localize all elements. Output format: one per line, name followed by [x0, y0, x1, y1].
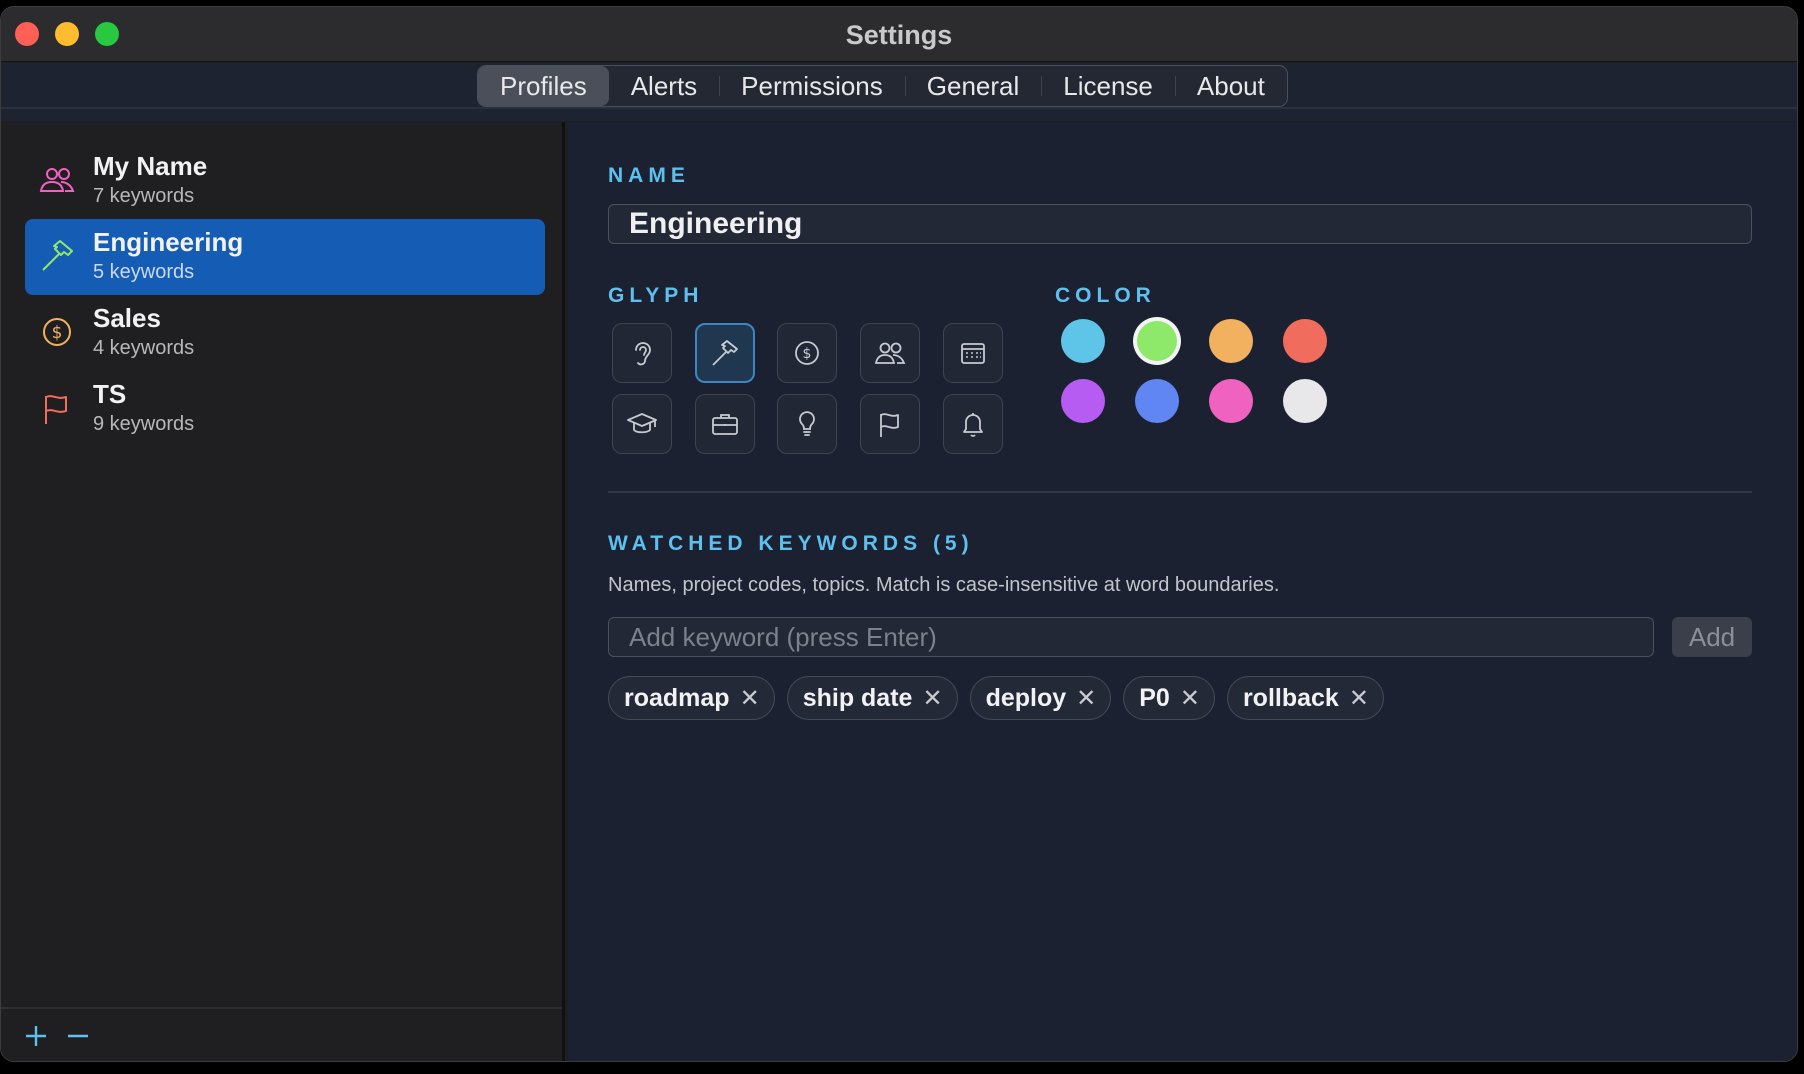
color-swatch-orange[interactable] — [1209, 319, 1253, 363]
toolbar-divider — [1, 107, 1797, 109]
flag-icon — [880, 413, 899, 437]
keyword-chip: ship date ✕ — [786, 676, 958, 720]
profile-name: My Name — [93, 151, 208, 181]
section-divider — [608, 491, 1752, 493]
glyph-option-dollar[interactable]: $ — [777, 323, 837, 383]
keyword-chip-list: roadmap ✕ ship date ✕ deploy ✕ P0 ✕ roll… — [608, 676, 1384, 720]
color-swatch-green[interactable] — [1137, 321, 1177, 361]
profile-item-engineering[interactable]: Engineering 5 keywords — [25, 219, 545, 295]
glyph-option-calendar[interactable] — [943, 323, 1003, 383]
tab-alerts[interactable]: Alerts — [609, 66, 719, 106]
tab-profiles[interactable]: Profiles — [478, 66, 609, 106]
hammer-icon — [42, 240, 73, 271]
profile-name-input[interactable] — [608, 204, 1752, 244]
tab-bar: Profiles Alerts Permissions General Lice… — [477, 65, 1288, 107]
profile-name: TS — [93, 379, 127, 409]
keyword-chip-label: P0 — [1139, 683, 1170, 712]
calendar-icon — [961, 343, 985, 364]
keyword-chip: rollback ✕ — [1226, 676, 1384, 720]
keyword-chip-label: ship date — [802, 683, 913, 712]
remove-keyword-icon[interactable]: ✕ — [740, 684, 760, 713]
people-icon — [874, 342, 906, 364]
briefcase-icon — [712, 414, 738, 435]
sidebar-footer: + − — [1, 1007, 562, 1061]
profile-sidebar: My Name 7 keywords Engineering 5 keyword… — [1, 122, 565, 1061]
color-swatch-white[interactable] — [1283, 379, 1327, 423]
glyph-option-lightbulb[interactable] — [777, 394, 837, 454]
add-keyword-input[interactable] — [608, 617, 1654, 657]
tab-license[interactable]: License — [1041, 66, 1175, 106]
remove-keyword-icon[interactable]: ✕ — [1180, 684, 1200, 713]
bell-icon — [963, 413, 983, 437]
profile-keyword-count: 9 keywords — [93, 413, 195, 435]
profile-editor: NAME GLYPH $ — [568, 122, 1797, 1061]
remove-keyword-icon[interactable]: ✕ — [922, 684, 942, 713]
profile-item-my-name[interactable]: My Name 7 keywords — [25, 143, 545, 219]
profile-keyword-count: 4 keywords — [93, 337, 195, 359]
tab-general[interactable]: General — [904, 66, 1042, 106]
name-label: NAME — [608, 164, 690, 187]
color-swatch-red[interactable] — [1283, 319, 1327, 363]
profile-keyword-count: 5 keywords — [93, 261, 195, 283]
keyword-chip-label: roadmap — [624, 683, 730, 712]
color-label: COLOR — [1055, 284, 1156, 307]
dollar-circle-icon: $ — [795, 341, 819, 365]
watched-keywords-label: WATCHED KEYWORDS (5) — [608, 532, 974, 555]
keyword-chip: P0 ✕ — [1123, 676, 1215, 720]
settings-window: Settings Profiles Alerts Permissions Gen… — [0, 6, 1798, 1062]
color-swatch-cyan[interactable] — [1061, 319, 1105, 363]
svg-text:$: $ — [803, 346, 812, 362]
color-swatch-pink[interactable] — [1209, 379, 1253, 423]
glyph-option-people[interactable] — [860, 323, 920, 383]
glyph-option-graduation-cap[interactable] — [612, 394, 672, 454]
people-icon — [39, 168, 75, 192]
glyph-label: GLYPH — [608, 284, 704, 307]
tab-permissions[interactable]: Permissions — [719, 66, 905, 106]
graduation-cap-icon — [627, 413, 657, 434]
glyph-option-bell[interactable] — [943, 394, 1003, 454]
tab-about[interactable]: About — [1174, 66, 1287, 106]
glyph-option-hammer[interactable] — [695, 323, 755, 383]
color-swatch-purple[interactable] — [1061, 379, 1105, 423]
add-profile-button[interactable]: + — [21, 1021, 51, 1051]
ear-icon — [635, 342, 651, 366]
keywords-help-text: Names, project codes, topics. Match is c… — [608, 574, 1280, 596]
remove-profile-button[interactable]: − — [63, 1021, 93, 1051]
color-swatch-blue[interactable] — [1135, 379, 1179, 423]
titlebar: Settings — [1, 7, 1797, 62]
lightbulb-icon — [799, 411, 815, 436]
profile-name: Sales — [93, 303, 161, 333]
glyph-option-briefcase[interactable] — [695, 394, 755, 454]
keyword-chip: deploy ✕ — [969, 676, 1112, 720]
profile-name: Engineering — [93, 227, 244, 257]
glyph-option-ear[interactable] — [612, 323, 672, 383]
profile-keyword-count: 7 keywords — [93, 185, 195, 207]
glyph-option-flag[interactable] — [860, 394, 920, 454]
hammer-icon — [712, 340, 738, 366]
window-title: Settings — [845, 20, 953, 50]
keyword-chip: roadmap ✕ — [608, 676, 775, 720]
flag-icon — [45, 395, 67, 424]
keyword-chip-label: deploy — [985, 683, 1067, 712]
remove-keyword-icon[interactable]: ✕ — [1349, 684, 1369, 713]
keyword-chip-label: rollback — [1242, 683, 1339, 712]
profile-item-sales[interactable]: $ Sales 4 keywords — [25, 295, 545, 371]
dollar-circle-icon: $ — [43, 318, 71, 346]
profile-item-ts[interactable]: TS 9 keywords — [25, 371, 545, 447]
remove-keyword-icon[interactable]: ✕ — [1076, 684, 1096, 713]
add-keyword-button[interactable]: Add — [1672, 617, 1752, 657]
svg-text:$: $ — [52, 323, 63, 343]
